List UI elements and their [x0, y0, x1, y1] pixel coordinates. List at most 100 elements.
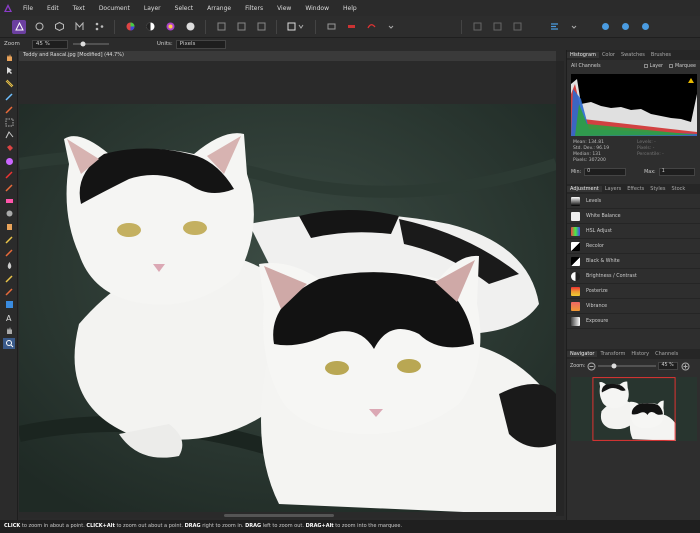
text-tool-icon[interactable]: A — [3, 312, 15, 323]
menu-layer[interactable]: Layer — [137, 5, 168, 12]
menu-arrange[interactable]: Arrange — [200, 5, 238, 12]
affinity-logo-icon[interactable] — [0, 0, 16, 16]
move-tool-icon[interactable] — [3, 65, 15, 76]
tab-color[interactable]: Color — [599, 52, 618, 58]
white-balance-icon[interactable] — [183, 20, 197, 34]
align-icon[interactable] — [490, 20, 504, 34]
export-persona-icon[interactable] — [92, 20, 106, 34]
auto-colors-icon[interactable] — [254, 20, 268, 34]
freehand-select-icon[interactable] — [3, 130, 15, 141]
menu-filters[interactable]: Filters — [238, 5, 270, 12]
zoom-field[interactable]: 45 % — [31, 39, 68, 49]
menu-text[interactable]: Text — [66, 5, 92, 12]
max-field[interactable]: 1 — [658, 168, 695, 176]
pen-tool-icon[interactable] — [3, 286, 15, 297]
channel-dropdown[interactable]: All Channels — [571, 64, 644, 69]
erase-brush-icon[interactable] — [3, 195, 15, 206]
marquee-checkbox[interactable] — [669, 64, 674, 68]
adjustment-item-vibrance[interactable]: Vibrance — [567, 299, 700, 314]
clone-tool-icon[interactable] — [3, 221, 15, 232]
menu-help[interactable]: Help — [336, 5, 364, 12]
alignment-icon[interactable] — [547, 20, 561, 34]
navigator-zoom-slider[interactable] — [596, 362, 658, 370]
tab-swatches[interactable]: Swatches — [618, 52, 648, 58]
marquee-tool-icon[interactable] — [3, 117, 15, 128]
adjustment-item-exposure[interactable]: Exposure — [567, 314, 700, 329]
zoom-tool-icon[interactable] — [3, 338, 15, 349]
menu-window[interactable]: Window — [298, 5, 336, 12]
tab-transform[interactable]: Transform — [597, 351, 628, 357]
hsl-icon[interactable] — [163, 20, 177, 34]
tone-mapping-persona-icon[interactable] — [72, 20, 86, 34]
tab-brushes[interactable]: Brushes — [648, 52, 674, 58]
horizontal-scrollbar[interactable] — [19, 512, 556, 518]
adjustment-item-recolor[interactable]: Recolor — [567, 239, 700, 254]
layer-checkbox[interactable] — [643, 64, 648, 68]
tab-histogram[interactable]: Histogram — [567, 52, 599, 58]
tab-channels[interactable]: Channels — [652, 351, 681, 357]
zoom-out-icon[interactable] — [587, 362, 596, 371]
zoom-slider[interactable] — [71, 40, 111, 48]
adjustment-item-posterize[interactable]: Posterize — [567, 284, 700, 299]
menu-edit[interactable]: Edit — [40, 5, 66, 12]
paint-brush-icon[interactable] — [3, 169, 15, 180]
view-tool-icon[interactable] — [3, 325, 15, 336]
blemish-tool-icon[interactable] — [3, 234, 15, 245]
document-tab[interactable]: Teddy and Rascal.jpg [Modified] (44.7%) — [19, 51, 556, 61]
color-wheel-icon[interactable] — [123, 20, 137, 34]
scrollbar-thumb[interactable] — [224, 514, 334, 517]
navigator-preview[interactable] — [571, 377, 697, 441]
hand-tool-icon[interactable] — [3, 52, 15, 63]
arrange-icon[interactable] — [510, 20, 524, 34]
develop-persona-icon[interactable] — [52, 20, 66, 34]
tab-stock[interactable]: Stock — [668, 186, 688, 192]
adjustment-item-brightness-contrast[interactable]: Brightness / Contrast — [567, 269, 700, 284]
flood-select-icon[interactable] — [3, 104, 15, 115]
tab-history[interactable]: History — [628, 351, 652, 357]
fill-tool-icon[interactable] — [3, 143, 15, 154]
adjustment-item-levels[interactable]: Levels — [567, 194, 700, 209]
red-eye-icon[interactable] — [364, 20, 378, 34]
menu-select[interactable]: Select — [168, 5, 201, 12]
navigator-zoom-field[interactable]: 45 % — [658, 362, 679, 370]
photo-persona-icon[interactable] — [12, 19, 26, 34]
chevron-down-icon[interactable] — [384, 20, 398, 34]
dodge-tool-icon[interactable] — [3, 208, 15, 219]
smudge-tool-icon[interactable] — [3, 273, 15, 284]
tab-styles[interactable]: Styles — [647, 186, 668, 192]
selection-brush-icon[interactable] — [3, 91, 15, 102]
canvas[interactable] — [19, 61, 556, 516]
cloud-icon[interactable] — [618, 20, 632, 34]
assistant-icon[interactable] — [324, 20, 338, 34]
menu-view[interactable]: View — [270, 5, 298, 12]
tab-effects[interactable]: Effects — [624, 186, 647, 192]
auto-levels-icon[interactable] — [214, 20, 228, 34]
units-dropdown[interactable]: Pixels — [175, 39, 226, 49]
auto-contrast-icon[interactable] — [234, 20, 248, 34]
black-white-icon[interactable] — [143, 20, 157, 34]
tab-navigator[interactable]: Navigator — [567, 351, 598, 357]
liquify-persona-icon[interactable] — [32, 20, 46, 34]
gradient-tool-icon[interactable] — [3, 156, 15, 167]
chevron-down-icon[interactable] — [567, 20, 581, 34]
adjustment-item-white-balance[interactable]: White Balance — [567, 209, 700, 224]
quick-mask-icon[interactable] — [285, 20, 307, 34]
adjustment-item-hsl[interactable]: HSL Adjust — [567, 224, 700, 239]
healing-tool-icon[interactable] — [3, 247, 15, 258]
menu-document[interactable]: Document — [92, 5, 137, 12]
zoom-in-icon[interactable] — [681, 362, 690, 371]
tab-adjustment[interactable]: Adjustment — [567, 186, 602, 192]
shape-tool-icon[interactable] — [3, 299, 15, 310]
crop-tool-icon[interactable] — [3, 78, 15, 89]
share-icon[interactable] — [638, 20, 652, 34]
min-field[interactable]: 0 — [584, 168, 627, 176]
snapping-icon[interactable] — [470, 20, 484, 34]
adjustment-item-black-white[interactable]: Black & White — [567, 254, 700, 269]
vertical-scrollbar[interactable] — [556, 61, 564, 516]
mirror-icon[interactable] — [344, 20, 358, 34]
tab-layers[interactable]: Layers — [602, 186, 625, 192]
color-picker-icon[interactable] — [3, 182, 15, 193]
blur-tool-icon[interactable] — [3, 260, 15, 271]
user-icon[interactable] — [598, 20, 612, 34]
menu-file[interactable]: File — [16, 5, 40, 12]
